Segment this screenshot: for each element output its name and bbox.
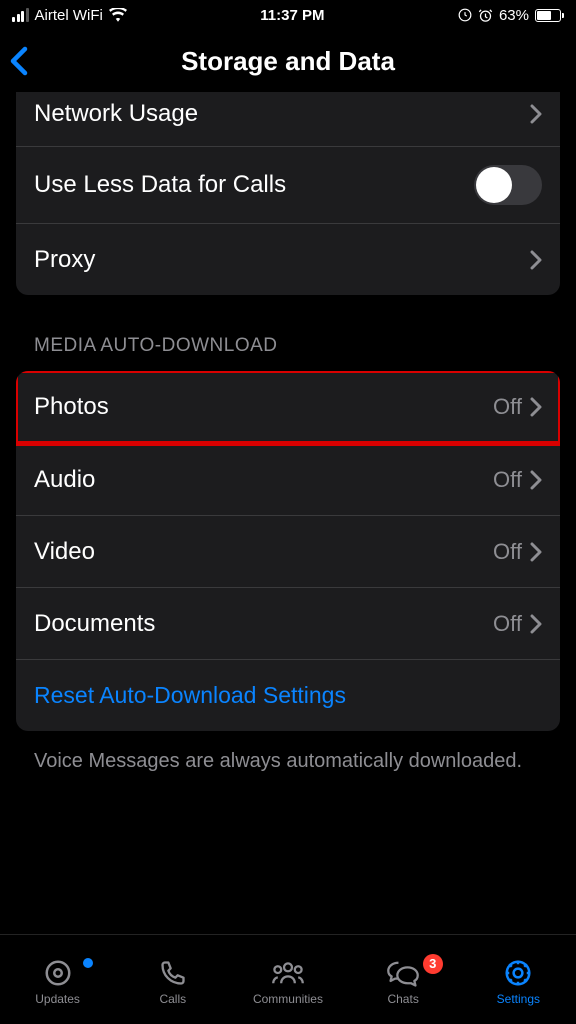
documents-label: Documents bbox=[34, 610, 493, 638]
photos-row[interactable]: Photos Off bbox=[16, 371, 560, 443]
rotation-lock-icon bbox=[458, 8, 472, 22]
chevron-right-icon bbox=[530, 542, 542, 562]
audio-row[interactable]: Audio Off bbox=[16, 443, 560, 515]
tab-chats-label: Chats bbox=[387, 992, 418, 1006]
calls-icon bbox=[156, 958, 190, 988]
use-less-data-toggle[interactable] bbox=[474, 165, 542, 205]
carrier-label: Airtel WiFi bbox=[35, 7, 103, 24]
use-less-data-row: Use Less Data for Calls bbox=[16, 146, 560, 223]
chevron-right-icon bbox=[530, 470, 542, 490]
video-value: Off bbox=[493, 539, 522, 565]
audio-label: Audio bbox=[34, 466, 493, 494]
tab-communities-label: Communities bbox=[253, 992, 323, 1006]
status-bar: Airtel WiFi 11:37 PM 63% bbox=[0, 0, 576, 30]
tab-updates-label: Updates bbox=[35, 992, 80, 1006]
tab-calls-label: Calls bbox=[159, 992, 186, 1006]
chevron-right-icon bbox=[530, 104, 542, 124]
status-time: 11:37 PM bbox=[260, 7, 324, 24]
communities-icon bbox=[271, 958, 305, 988]
proxy-row[interactable]: Proxy bbox=[16, 223, 560, 295]
updates-dot-icon bbox=[83, 958, 93, 968]
video-row[interactable]: Video Off bbox=[16, 515, 560, 587]
chevron-right-icon bbox=[530, 250, 542, 270]
photos-label: Photos bbox=[34, 393, 493, 421]
photos-value: Off bbox=[493, 394, 522, 420]
tab-bar: Updates Calls Communities 3 Chats Settin… bbox=[0, 934, 576, 1024]
tab-communities[interactable]: Communities bbox=[230, 958, 345, 1006]
chevron-right-icon bbox=[530, 397, 542, 417]
footer-note: Voice Messages are always automatically … bbox=[16, 731, 560, 792]
tab-chats[interactable]: 3 Chats bbox=[346, 958, 461, 1006]
media-section-header: MEDIA AUTO-DOWNLOAD bbox=[16, 295, 560, 371]
nav-header: Storage and Data bbox=[0, 30, 576, 92]
status-right: 63% bbox=[458, 7, 564, 24]
general-section: Network Usage Use Less Data for Calls Pr… bbox=[16, 92, 560, 295]
battery-percent: 63% bbox=[499, 7, 529, 24]
chevron-left-icon bbox=[10, 46, 28, 76]
updates-icon bbox=[41, 958, 75, 988]
media-auto-download-section: Photos Off Audio Off Video Off Documents… bbox=[16, 371, 560, 731]
documents-row[interactable]: Documents Off bbox=[16, 587, 560, 659]
wifi-icon bbox=[109, 8, 127, 22]
video-label: Video bbox=[34, 538, 493, 566]
proxy-label: Proxy bbox=[34, 246, 530, 274]
alarm-icon bbox=[478, 8, 493, 23]
settings-icon bbox=[501, 958, 535, 988]
tab-updates[interactable]: Updates bbox=[0, 958, 115, 1006]
chats-badge: 3 bbox=[423, 954, 443, 974]
signal-icon bbox=[12, 8, 29, 22]
tab-settings-label: Settings bbox=[497, 992, 540, 1006]
back-button[interactable] bbox=[10, 41, 46, 81]
audio-value: Off bbox=[493, 467, 522, 493]
status-left: Airtel WiFi bbox=[12, 7, 127, 24]
network-usage-label: Network Usage bbox=[34, 100, 530, 128]
battery-icon bbox=[535, 9, 564, 22]
network-usage-row[interactable]: Network Usage bbox=[16, 92, 560, 146]
page-title: Storage and Data bbox=[181, 46, 395, 77]
documents-value: Off bbox=[493, 611, 522, 637]
use-less-data-label: Use Less Data for Calls bbox=[34, 171, 474, 199]
reset-label: Reset Auto-Download Settings bbox=[34, 682, 542, 709]
reset-auto-download-row[interactable]: Reset Auto-Download Settings bbox=[16, 659, 560, 731]
chats-icon bbox=[386, 958, 420, 988]
tab-settings[interactable]: Settings bbox=[461, 958, 576, 1006]
tab-calls[interactable]: Calls bbox=[115, 958, 230, 1006]
chevron-right-icon bbox=[530, 614, 542, 634]
